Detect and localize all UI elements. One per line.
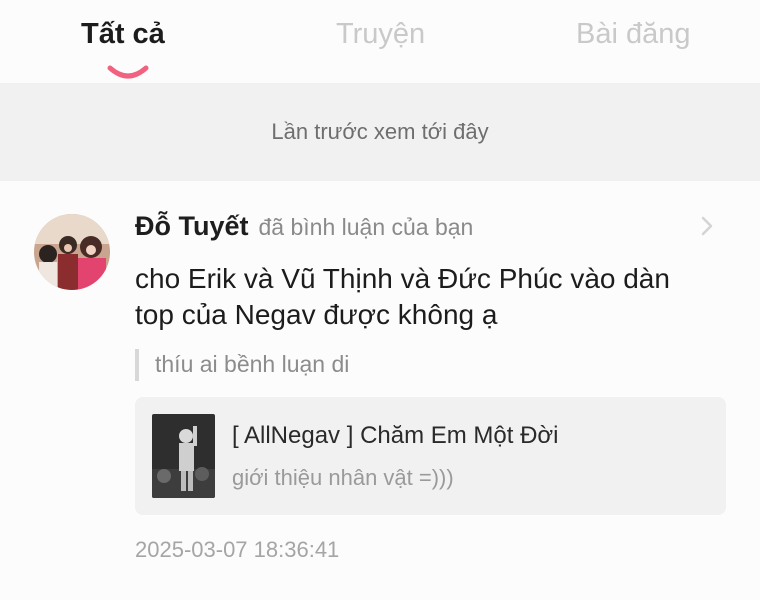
- action-text: đã bình luận của bạn: [258, 214, 474, 240]
- active-tab-indicator: [107, 65, 149, 79]
- quoted-comment: thíu ai bềnh luạn di: [155, 351, 350, 377]
- story-card[interactable]: [ AllNegav ] Chăm Em Một Đời giới thiệu …: [135, 397, 726, 515]
- quote-bar: [135, 349, 139, 381]
- tab-all[interactable]: Tất cả: [81, 18, 165, 51]
- story-cover-thumbnail: [152, 414, 215, 498]
- tab-bar: Tất cả Truyện Bài đăng: [0, 0, 760, 82]
- comment-text: cho Erik và Vũ Thịnh và Đức Phúc vào dàn…: [135, 263, 670, 330]
- tab-stories[interactable]: Truyện: [336, 18, 425, 51]
- chevron-right-icon[interactable]: [700, 215, 714, 237]
- last-viewed-divider[interactable]: Lần trước xem tới đây: [0, 83, 760, 181]
- user-name[interactable]: Đỗ Tuyết: [135, 211, 249, 241]
- story-subtitle: giới thiệu nhân vật =))): [232, 465, 454, 490]
- tab-posts[interactable]: Bài đăng: [576, 18, 691, 51]
- user-avatar[interactable]: [34, 214, 110, 290]
- notification-header: Đỗ Tuyết đã bình luận của bạn: [135, 211, 473, 242]
- timestamp: 2025-03-07 18:36:41: [135, 537, 340, 562]
- notification-item[interactable]: Đỗ Tuyết đã bình luận của bạn cho Erik và…: [0, 181, 760, 600]
- story-title: [ AllNegav ] Chăm Em Một Đời: [232, 422, 559, 449]
- last-viewed-label: Lần trước xem tới đây: [271, 119, 489, 144]
